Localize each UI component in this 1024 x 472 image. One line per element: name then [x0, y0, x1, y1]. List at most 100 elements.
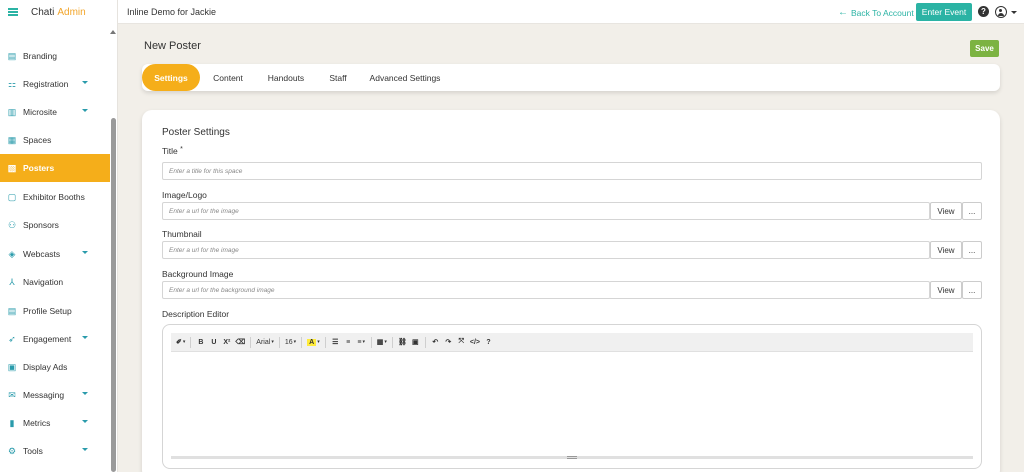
- sidebar-item-label: Profile Setup: [23, 306, 72, 316]
- link-icon[interactable]: ⛓: [396, 335, 409, 350]
- enter-event-button[interactable]: Enter Event: [916, 3, 972, 21]
- sidebar-item-label: Branding: [23, 51, 58, 61]
- sidebar-scroll-thumb[interactable]: [111, 118, 116, 472]
- background-view-button[interactable]: View: [930, 281, 962, 299]
- sidebar-item-label: Messaging: [23, 390, 65, 400]
- back-to-account-link[interactable]: ← Back To Account: [838, 7, 914, 18]
- tab-content[interactable]: Content: [206, 64, 250, 91]
- fullscreen-icon[interactable]: ⤧: [455, 335, 468, 350]
- page-title: New Poster: [144, 40, 201, 52]
- editor-toolbar: ✐ ▾ B U X² ⌫ Arial ▾ 16 ▾ A ▾ ☰ ≡ ≡ ▾ ▦ ▾ ⛓ ▣ …: [171, 333, 973, 352]
- brand-logo: Chati Admin: [31, 7, 86, 18]
- spaces-icon: ▦: [7, 134, 17, 145]
- sidebar-item-sponsors[interactable]: ⚇ Sponsors: [0, 211, 110, 239]
- editor-help-button[interactable]: ?: [482, 335, 495, 350]
- numbered-list-icon[interactable]: ≡: [342, 335, 355, 350]
- chevron-down-icon[interactable]: [82, 448, 88, 451]
- sidebar-item-engagement[interactable]: ➶ Engagement: [0, 325, 110, 353]
- sidebar-item-label: Engagement: [23, 334, 72, 344]
- background-browse-button[interactable]: ...: [962, 281, 982, 299]
- image-icon[interactable]: ▣: [409, 335, 422, 350]
- resize-handle-icon[interactable]: [567, 456, 577, 459]
- chevron-down-icon[interactable]: [1011, 11, 1017, 14]
- align-icon[interactable]: ≡ ▾: [355, 335, 368, 350]
- thumbnail-view-button[interactable]: View: [930, 241, 962, 259]
- scroll-up-arrow-icon[interactable]: [110, 30, 116, 34]
- sidebar-item-registration[interactable]: ⚏ Registration: [0, 70, 110, 98]
- magic-wand-icon[interactable]: ✐ ▾: [174, 335, 187, 350]
- hamburger-menu-icon[interactable]: [8, 8, 18, 16]
- sidebar-item-profile-setup[interactable]: ▤ Profile Setup: [0, 297, 110, 325]
- brand-suffix-text: Admin: [57, 6, 86, 18]
- toolbar-divider: [370, 336, 372, 348]
- sidebar-item-branding[interactable]: ▤ Branding: [0, 42, 110, 70]
- help-icon[interactable]: ?: [978, 6, 989, 17]
- undo-icon[interactable]: ↶: [429, 335, 442, 350]
- brand-name-text: Chati: [31, 6, 55, 18]
- sidebar-item-spaces[interactable]: ▦ Spaces: [0, 126, 110, 154]
- background-image-label: Background Image: [162, 269, 234, 279]
- sidebar-item-tools[interactable]: ⚙ Tools: [0, 437, 110, 465]
- chevron-down-icon[interactable]: [82, 420, 88, 423]
- underline-button[interactable]: U: [207, 335, 220, 350]
- image-view-button[interactable]: View: [930, 202, 962, 220]
- title-input[interactable]: Enter a title for this space: [162, 162, 982, 180]
- image-browse-button[interactable]: ...: [962, 202, 982, 220]
- font-size-select[interactable]: 16 ▾: [283, 335, 298, 350]
- tab-staff[interactable]: Staff: [323, 64, 353, 91]
- sidebar-item-label: Navigation: [23, 277, 64, 287]
- image-logo-label: Image/Logo: [162, 190, 207, 200]
- metrics-icon: ▮: [9, 417, 15, 428]
- section-title: Poster Settings: [162, 127, 230, 138]
- eraser-icon[interactable]: ⌫: [233, 335, 247, 350]
- user-account-icon[interactable]: [995, 6, 1007, 18]
- sidebar-item-posters[interactable]: ▧ Posters: [0, 154, 110, 182]
- sidebar-item-label: Metrics: [23, 418, 51, 428]
- brand-bar: Chati Admin: [0, 0, 117, 24]
- event-name: Inline Demo for Jackie: [127, 6, 217, 17]
- chevron-down-icon[interactable]: [82, 109, 88, 112]
- sidebar-item-label: Spaces: [23, 135, 52, 145]
- back-to-account-label: Back To Account: [851, 7, 914, 18]
- chevron-down-icon[interactable]: [82, 392, 88, 395]
- sidebar-item-label: Microsite: [23, 107, 58, 117]
- chevron-down-icon[interactable]: [82, 251, 88, 254]
- description-editor[interactable]: ✐ ▾ B U X² ⌫ Arial ▾ 16 ▾ A ▾ ☰ ≡ ≡ ▾ ▦ ▾ ⛓ ▣ …: [162, 324, 982, 469]
- chevron-down-icon[interactable]: [82, 336, 88, 339]
- text-color-button[interactable]: A ▾: [305, 335, 322, 350]
- save-button[interactable]: Save: [970, 40, 999, 57]
- background-url-input[interactable]: Enter a url for the background image: [162, 281, 930, 299]
- posters-icon: ▧: [7, 162, 17, 173]
- sponsors-icon: ⚇: [7, 219, 17, 230]
- sidebar-item-messaging[interactable]: ✉ Messaging: [0, 381, 110, 409]
- sidebar-item-display-ads[interactable]: ▣ Display Ads: [0, 353, 110, 381]
- sidebar-item-navigation[interactable]: ⅄ Navigation: [0, 268, 110, 296]
- font-family-select[interactable]: Arial ▾: [254, 335, 276, 350]
- navigation-icon: ⅄: [9, 276, 15, 287]
- sidebar-item-webcasts[interactable]: ◈ Webcasts: [0, 240, 110, 268]
- toolbar-divider: [424, 336, 426, 348]
- tab-handouts[interactable]: Handouts: [261, 64, 311, 91]
- image-url-input[interactable]: Enter a url for the image: [162, 202, 930, 220]
- code-view-button[interactable]: </>: [468, 335, 482, 350]
- table-icon[interactable]: ▦ ▾: [375, 335, 389, 350]
- sidebar-item-label: Posters: [23, 163, 55, 173]
- chevron-down-icon[interactable]: [82, 81, 88, 84]
- arrow-left-icon: ←: [838, 7, 848, 18]
- bullet-list-icon[interactable]: ☰: [329, 335, 342, 350]
- registration-icon: ⚏: [7, 78, 17, 89]
- sidebar-item-microsite[interactable]: ▥ Microsite: [0, 98, 110, 126]
- tab-advanced-settings[interactable]: Advanced Settings: [365, 64, 445, 91]
- sidebar-item-metrics[interactable]: ▮ Metrics: [0, 409, 110, 437]
- thumbnail-browse-button[interactable]: ...: [962, 241, 982, 259]
- toolbar-divider: [324, 336, 326, 348]
- redo-icon[interactable]: ↷: [442, 335, 455, 350]
- sidebar-item-label: Exhibitor Booths: [23, 192, 85, 202]
- bold-button[interactable]: B: [194, 335, 207, 350]
- thumbnail-url-input[interactable]: Enter a url for the image: [162, 241, 930, 259]
- messaging-icon: ✉: [8, 389, 16, 400]
- tab-settings[interactable]: Settings: [142, 64, 200, 91]
- sidebar-item-exhibitor-booths[interactable]: ▢ Exhibitor Booths: [0, 183, 110, 211]
- tab-bar: Settings Content Handouts Staff Advanced…: [142, 64, 1000, 91]
- superscript-button[interactable]: X²: [220, 335, 233, 350]
